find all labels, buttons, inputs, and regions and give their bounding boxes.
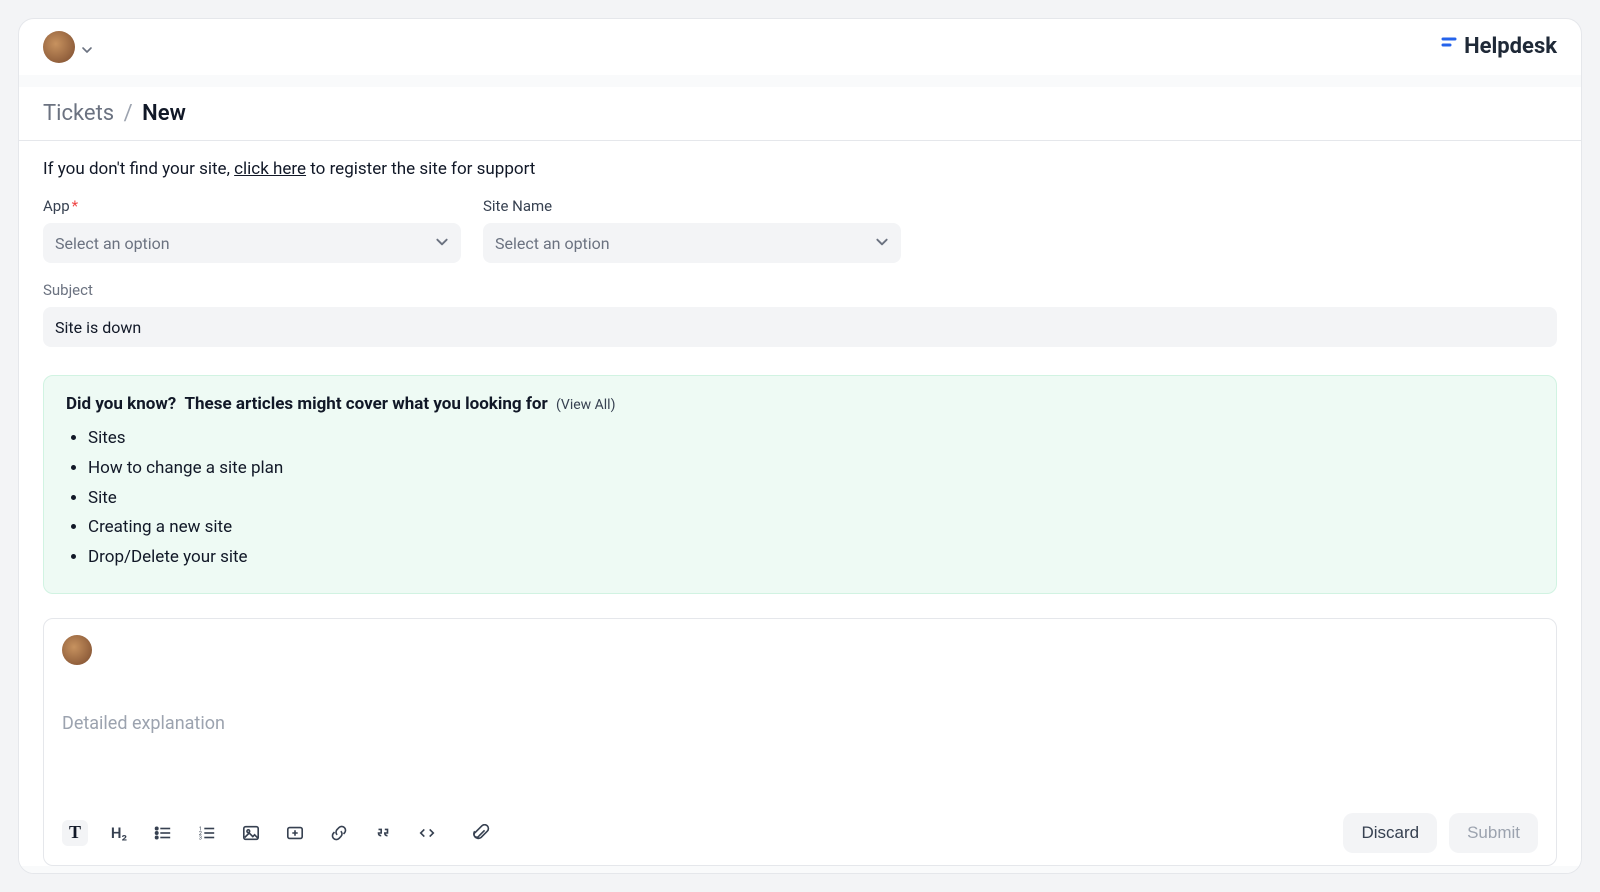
site-select[interactable]: Select an option: [483, 223, 901, 263]
breadcrumb-separator: /: [124, 101, 133, 126]
subject-label: Subject: [43, 281, 1557, 299]
subject-input[interactable]: Site is down: [43, 307, 1557, 347]
quote-icon[interactable]: [370, 820, 396, 846]
brand-logo-icon: [1440, 35, 1458, 59]
numbered-list-icon[interactable]: 123: [194, 820, 220, 846]
chevron-down-icon: [81, 41, 93, 53]
register-site-hint: If you don't find your site, click here …: [43, 159, 1557, 179]
description-editor: Detailed explanation T H₂ 123: [43, 618, 1557, 866]
suggestions-title: Did you know? These articles might cover…: [66, 394, 1534, 414]
brand-name: Helpdesk: [1464, 34, 1557, 59]
attachment-icon[interactable]: [468, 820, 494, 846]
app-window: Helpdesk Tickets / New If you don't find…: [18, 18, 1582, 874]
user-menu-toggle[interactable]: [43, 31, 93, 63]
suggested-articles-box: Did you know? These articles might cover…: [43, 375, 1557, 594]
video-icon[interactable]: [282, 820, 308, 846]
suggested-article[interactable]: Drop/Delete your site: [88, 543, 1534, 573]
site-select-placeholder: Select an option: [495, 234, 610, 253]
breadcrumb-parent[interactable]: Tickets: [43, 101, 114, 126]
editor-toolbar: T H₂ 123: [62, 820, 494, 846]
link-icon[interactable]: [326, 820, 352, 846]
image-icon[interactable]: [238, 820, 264, 846]
submit-button[interactable]: Submit: [1449, 813, 1538, 853]
svg-text:3: 3: [199, 835, 202, 841]
brand: Helpdesk: [1440, 34, 1557, 59]
suggested-article[interactable]: Sites: [88, 424, 1534, 454]
site-label: Site Name: [483, 197, 901, 215]
view-all-link[interactable]: (View All): [556, 397, 615, 413]
toolbar-text-style[interactable]: T: [62, 820, 88, 846]
discard-button[interactable]: Discard: [1343, 813, 1437, 853]
app-select[interactable]: Select an option: [43, 223, 461, 263]
toolbar-heading2[interactable]: H₂: [106, 820, 132, 846]
breadcrumb-current: New: [142, 101, 186, 126]
ticket-form: If you don't find your site, click here …: [19, 141, 1581, 355]
content-scroll[interactable]: Tickets / New If you don't find your sit…: [19, 75, 1581, 873]
app-label: App*: [43, 197, 461, 215]
suggested-article[interactable]: How to change a site plan: [88, 454, 1534, 484]
chevron-down-icon: [435, 234, 449, 253]
suggested-article[interactable]: Creating a new site: [88, 513, 1534, 543]
topbar: Helpdesk: [19, 19, 1581, 75]
avatar: [62, 635, 92, 665]
bullet-list-icon[interactable]: [150, 820, 176, 846]
chevron-down-icon: [875, 234, 889, 253]
register-site-link[interactable]: click here: [234, 159, 306, 179]
description-textarea[interactable]: Detailed explanation: [62, 665, 1538, 785]
avatar: [43, 31, 75, 63]
breadcrumb: Tickets / New: [19, 87, 1581, 140]
description-placeholder: Detailed explanation: [62, 713, 1538, 734]
suggested-article[interactable]: Site: [88, 484, 1534, 514]
code-icon[interactable]: [414, 820, 440, 846]
app-select-placeholder: Select an option: [55, 234, 170, 253]
